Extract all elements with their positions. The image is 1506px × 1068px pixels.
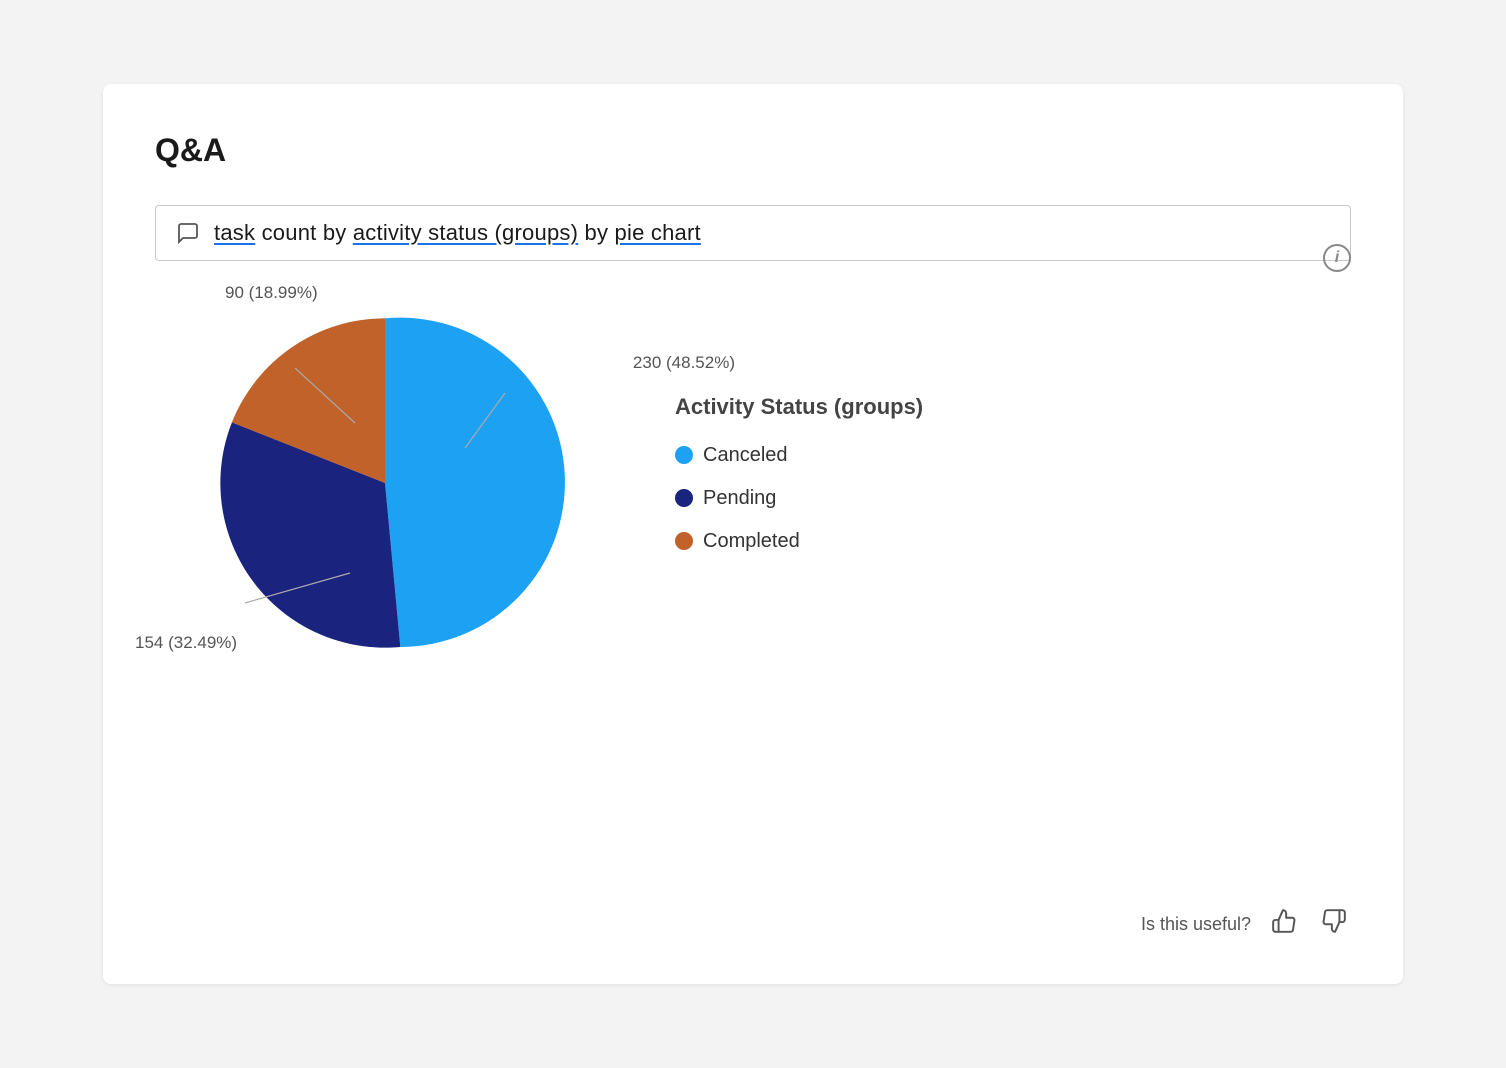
search-query-text: task count by activity status (groups) b… [214,220,701,246]
label-completed: 90 (18.99%) [225,283,318,303]
legend-title: Activity Status (groups) [675,394,923,420]
legend-dot-pending [675,489,693,507]
chart-legend: Activity Status (groups) Canceled Pendin… [675,394,923,573]
legend-label-pending: Pending [703,487,776,510]
thumbs-up-button[interactable] [1267,904,1301,944]
info-icon-wrap[interactable]: i [1323,244,1351,272]
legend-dot-canceled [675,446,693,464]
label-pending: 154 (32.49%) [135,633,237,653]
legend-item-completed: Completed [675,530,923,553]
info-icon[interactable]: i [1323,244,1351,272]
thumbs-up-icon [1271,908,1297,934]
label-canceled: 230 (48.52%) [633,353,735,373]
legend-item-canceled: Canceled [675,444,923,467]
pie-chart-svg [195,293,575,673]
slice-canceled[interactable] [385,318,565,647]
chart-section: 90 (18.99%) 230 (48.52%) 154 (32.49%) [155,293,1351,673]
search-bar[interactable]: task count by activity status (groups) b… [155,205,1351,261]
footer: Is this useful? [1141,904,1351,944]
query-word-activity-status: activity status (groups) [353,220,578,245]
query-word-pie-chart: pie chart [615,220,701,245]
thumbs-down-button[interactable] [1317,904,1351,944]
chat-icon [176,221,200,245]
legend-dot-completed [675,532,693,550]
query-word-task: task [214,220,255,245]
qa-card: Q&A task count by activity status (group… [103,84,1403,984]
legend-item-pending: Pending [675,487,923,510]
pie-chart-container: 90 (18.99%) 230 (48.52%) 154 (32.49%) [195,293,575,673]
page-title: Q&A [155,132,1351,169]
useful-text: Is this useful? [1141,914,1251,935]
thumbs-down-icon [1321,908,1347,934]
legend-label-completed: Completed [703,530,800,553]
legend-label-canceled: Canceled [703,444,788,467]
